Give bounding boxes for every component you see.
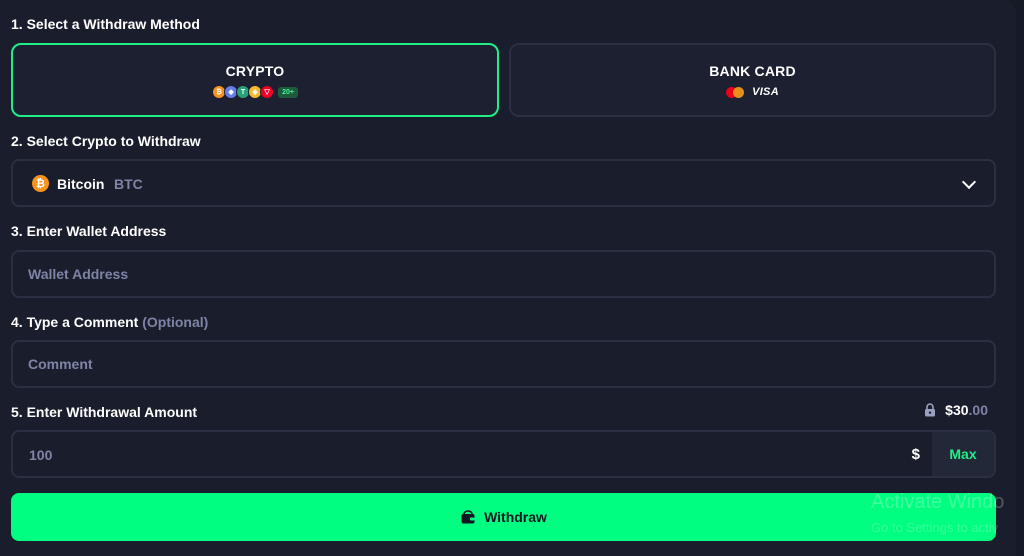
withdraw-button-label: Withdraw [484,509,547,525]
amount-input[interactable]: 100 [29,447,52,463]
section-title-comment: 4. Type a Comment (Optional) [11,314,208,330]
tron-icon: ▽ [260,85,275,99]
more-coins-badge: 20+ [278,86,298,98]
method-bank-card[interactable]: BANK CARD VISA [509,43,996,117]
section-title-crypto: 2. Select Crypto to Withdraw [11,133,201,149]
crypto-coin-icons: ₿ ◆ T ◈ ▽ 20+ [13,85,497,99]
max-button[interactable]: Max [932,432,994,476]
wallet-icon [461,510,475,524]
selected-crypto-ticker: BTC [114,176,143,192]
section-title-wallet: 3. Enter Wallet Address [11,223,167,239]
selected-crypto-name: Bitcoin [57,176,105,192]
balance-display: $30.00 [923,402,988,418]
comment-optional-text: (Optional) [142,314,209,330]
amount-field[interactable]: 100 $ Max [11,430,996,478]
bitcoin-icon: ₿ [32,175,49,192]
comment-field [11,340,996,388]
balance-decimals: .00 [968,402,988,418]
mastercard-icon [726,86,745,98]
crypto-select[interactable]: ₿ Bitcoin BTC [11,159,996,207]
withdraw-panel: 1. Select a Withdraw Method CRYPTO ₿ ◆ T… [0,0,1016,556]
chevron-down-icon[interactable] [961,174,977,190]
comment-input[interactable] [13,342,994,386]
method-bank-label: BANK CARD [709,63,796,79]
comment-title-text: 4. Type a Comment [11,314,139,330]
windows-activation-watermark-title: Activate Windo [871,491,1005,513]
wallet-address-input[interactable] [13,252,994,296]
withdraw-button[interactable]: Withdraw [11,493,996,541]
section-title-amount: 5. Enter Withdrawal Amount [11,404,198,420]
currency-symbol: $ [911,446,920,463]
method-crypto-label: CRYPTO [225,63,285,79]
windows-activation-watermark-subtitle: Go to Settings to activ [871,520,999,535]
visa-logo: VISA [752,86,779,98]
bank-card-logos: VISA [511,86,994,98]
method-crypto-card[interactable]: CRYPTO ₿ ◆ T ◈ ▽ 20+ [11,43,499,117]
balance-main: $30 [945,402,969,418]
section-title-method: 1. Select a Withdraw Method [11,16,200,32]
lock-icon [925,403,936,417]
wallet-address-field [11,250,996,298]
